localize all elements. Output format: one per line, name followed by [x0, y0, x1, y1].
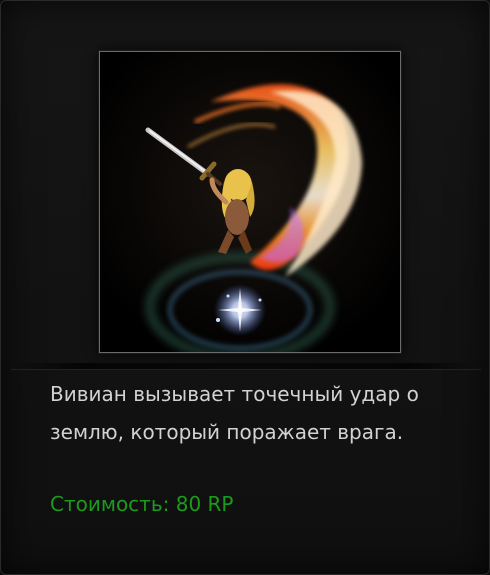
skill-tooltip-panel: Вивиан вызывает точечный удар о землю, к… [0, 0, 490, 575]
skill-description: Вивиан вызывает точечный удар о землю, к… [50, 382, 419, 444]
skill-cost-label: Стоимость: [50, 492, 170, 516]
skill-cost-value: 80 RP [175, 492, 234, 516]
skill-image-frame [99, 51, 401, 353]
sword-slash-skill-icon [100, 52, 400, 352]
section-divider [11, 363, 481, 369]
skill-cost: Стоимость: 80 RP [50, 488, 233, 520]
